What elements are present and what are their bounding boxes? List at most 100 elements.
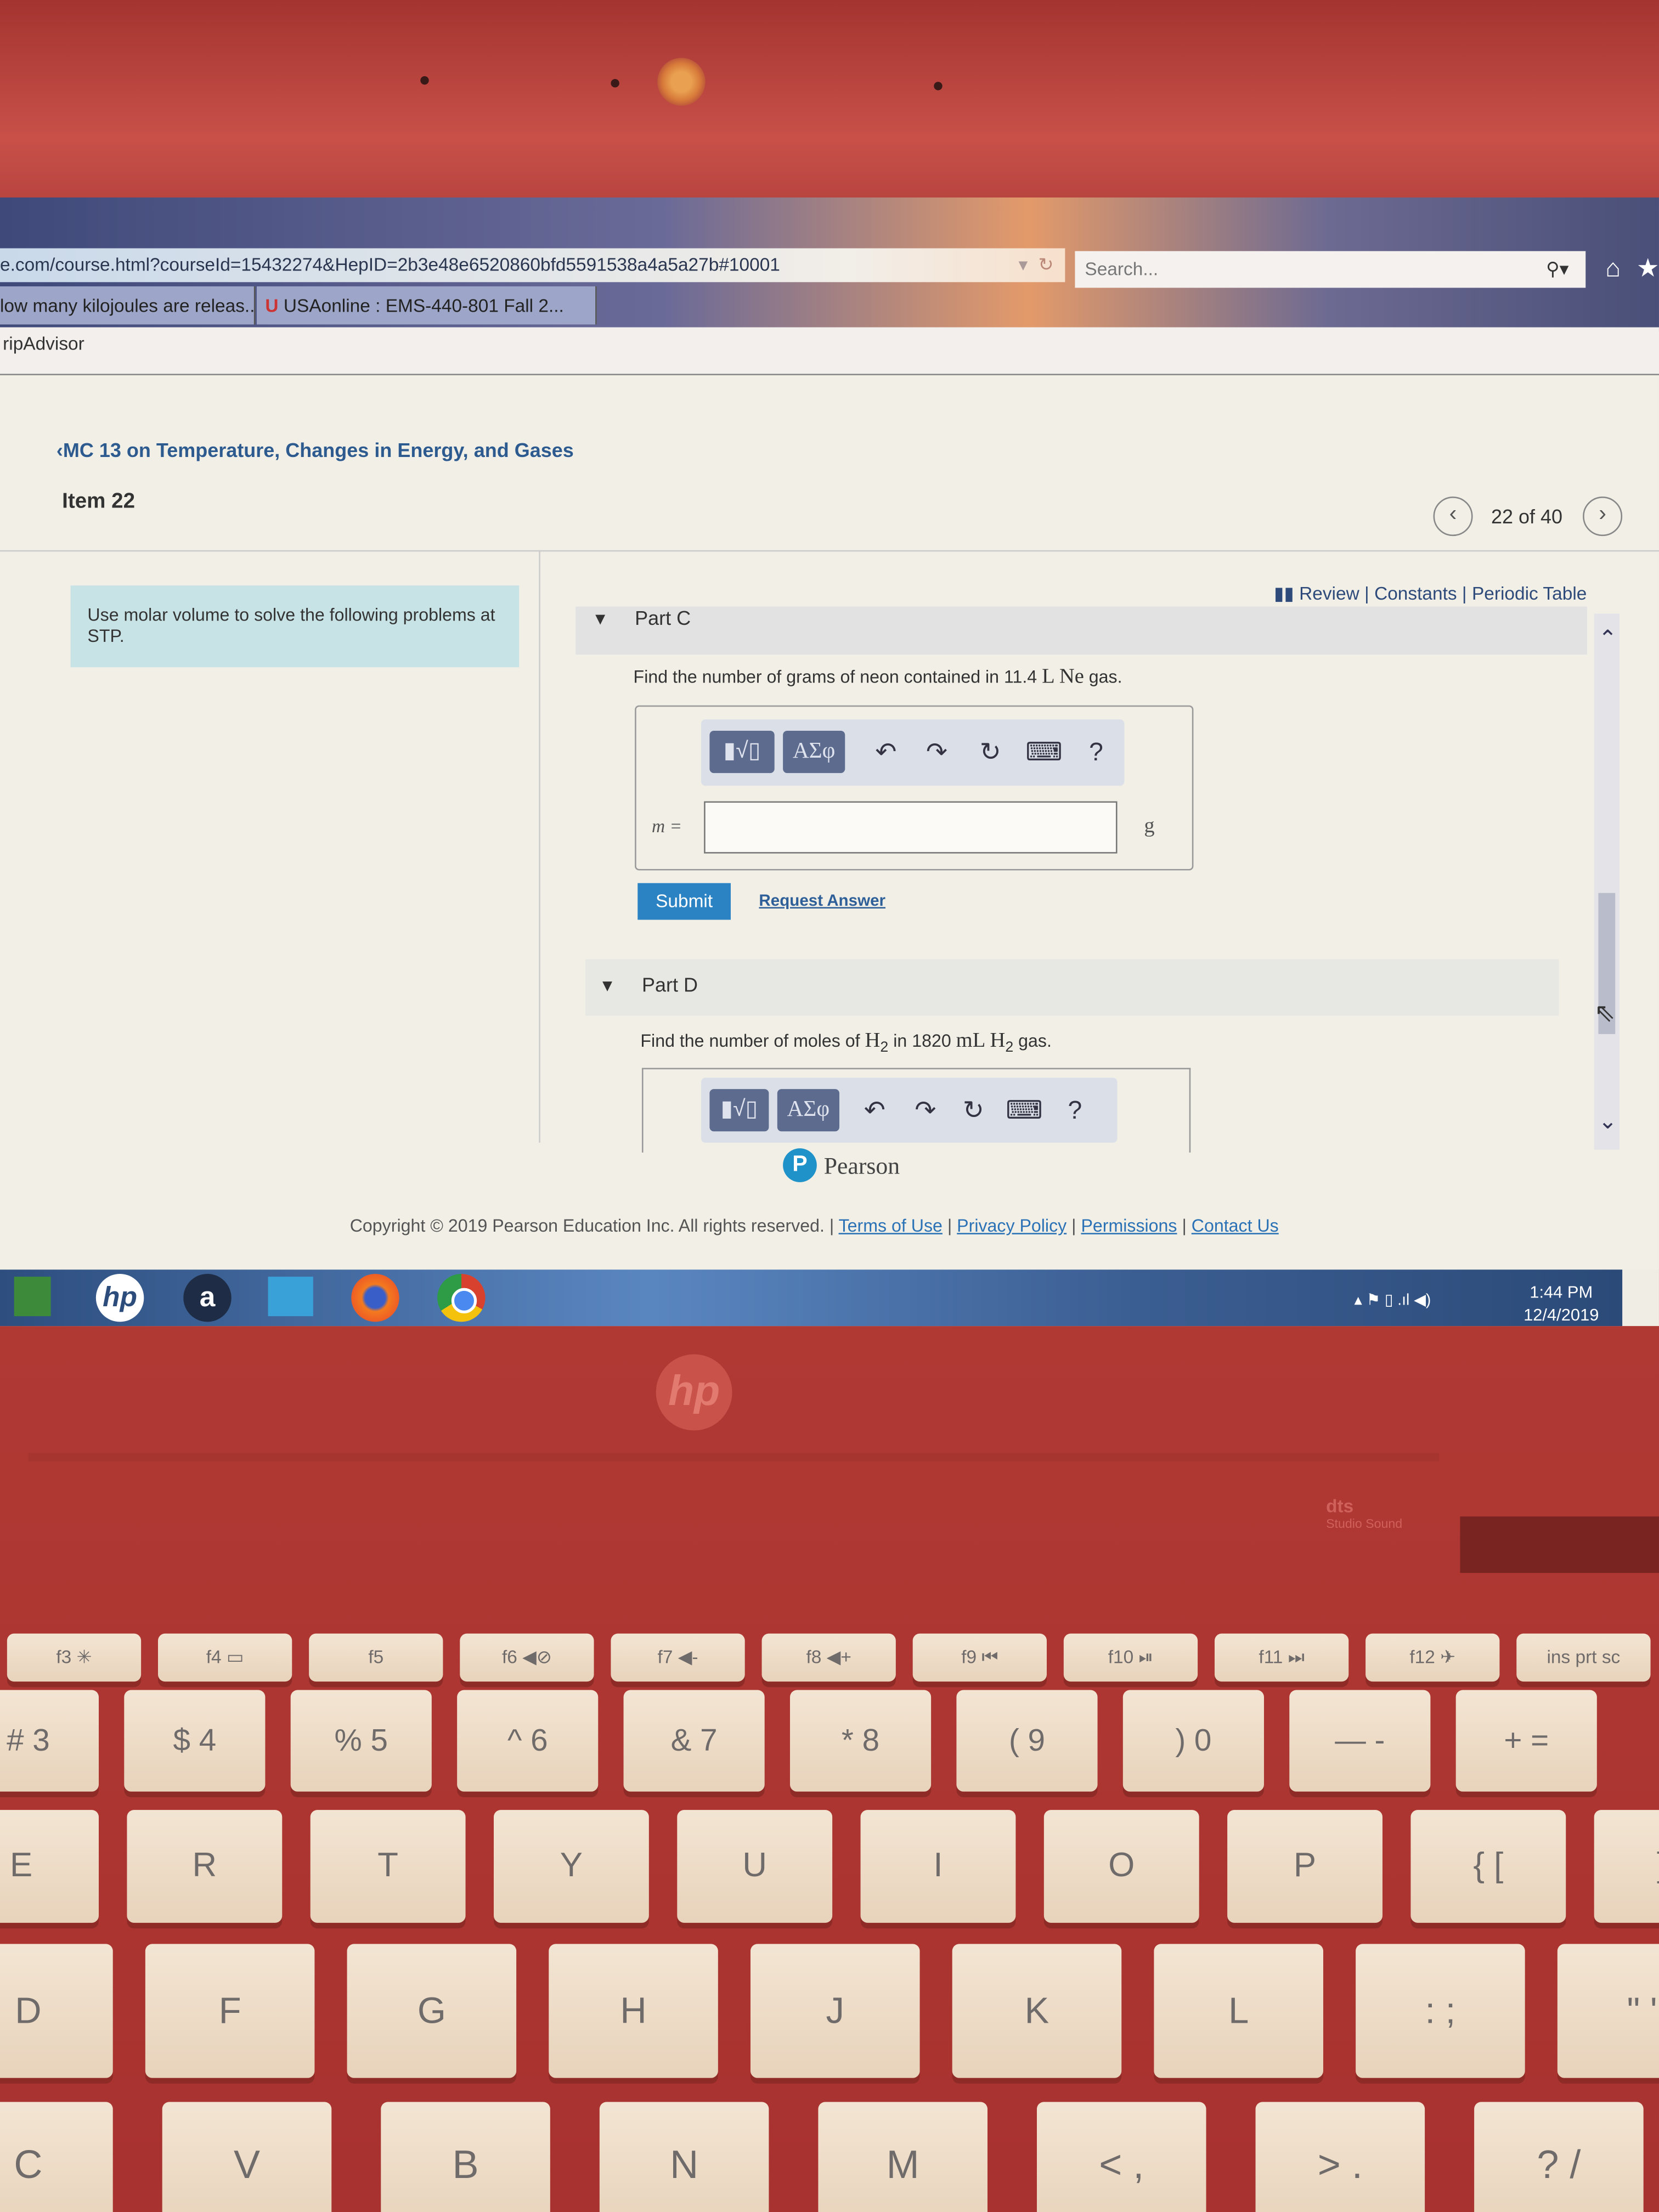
mouse-cursor-icon: ⇖: [1594, 998, 1616, 1027]
weather-icon[interactable]: [268, 1277, 313, 1317]
key[interactable]: D: [0, 1944, 113, 2078]
key[interactable]: f7 ◀-: [611, 1633, 745, 1682]
key[interactable]: U: [677, 1810, 833, 1923]
favorites-star-icon[interactable]: ★: [1637, 254, 1659, 284]
key[interactable]: F: [145, 1944, 315, 2078]
next-item-button[interactable]: ›: [1583, 496, 1623, 537]
terms-link[interactable]: Terms of Use: [839, 1216, 943, 1236]
key[interactable]: O: [1043, 1810, 1199, 1923]
key[interactable]: { [: [1410, 1810, 1566, 1923]
key[interactable]: ins prt sc: [1516, 1633, 1651, 1682]
scrollbar[interactable]: ⌃ ⌄: [1594, 613, 1620, 1150]
permissions-link[interactable]: Permissions: [1081, 1216, 1177, 1236]
privacy-link[interactable]: Privacy Policy: [957, 1216, 1066, 1236]
redo-icon[interactable]: ↷: [916, 731, 958, 773]
review-link[interactable]: Review: [1299, 583, 1359, 604]
key[interactable]: V: [162, 2102, 332, 2212]
key[interactable]: f11 ⏭: [1214, 1633, 1349, 1682]
key[interactable]: R: [127, 1810, 283, 1923]
scroll-down-icon[interactable]: ⌄: [1598, 1108, 1617, 1136]
key[interactable]: # 3: [0, 1690, 99, 1792]
hp-app-icon[interactable]: hp: [95, 1273, 144, 1322]
key[interactable]: } ]: [1594, 1810, 1659, 1923]
key[interactable]: L: [1154, 1944, 1323, 2078]
greek-symbols-button[interactable]: ΑΣφ: [783, 730, 845, 774]
contact-link[interactable]: Contact Us: [1192, 1216, 1279, 1236]
key[interactable]: f9 ⏮: [912, 1633, 1047, 1682]
key[interactable]: ( 9: [956, 1690, 1098, 1792]
key[interactable]: ^ 6: [457, 1690, 599, 1792]
amazon-icon[interactable]: a: [183, 1273, 232, 1322]
key[interactable]: ? /: [1474, 2102, 1644, 2212]
scroll-up-icon[interactable]: ⌃: [1598, 625, 1617, 653]
submit-button[interactable]: Submit: [637, 883, 731, 920]
key[interactable]: G: [347, 1944, 517, 2078]
keyboard-icon[interactable]: ⌨: [1003, 1089, 1045, 1131]
keyboard-icon[interactable]: ⌨: [1023, 731, 1065, 773]
address-bar[interactable]: e.com/course.html?courseId=15432274&HepI…: [0, 248, 1065, 283]
key[interactable]: — -: [1289, 1690, 1431, 1792]
back-link[interactable]: ‹MC 13 on Temperature, Changes in Energy…: [57, 439, 574, 461]
key[interactable]: f6 ◀⊘: [460, 1633, 594, 1682]
key[interactable]: f8 ◀+: [761, 1633, 896, 1682]
templates-button[interactable]: ▮√▯: [709, 730, 775, 774]
help-icon[interactable]: ?: [1054, 1089, 1096, 1131]
answer-input[interactable]: [704, 801, 1118, 854]
key[interactable]: Y: [493, 1810, 649, 1923]
undo-icon[interactable]: ↶: [865, 731, 907, 773]
key[interactable]: f4 ▭: [157, 1633, 292, 1682]
search-icon[interactable]: ⚲▾: [1546, 251, 1568, 288]
part-c-header[interactable]: ▾ Part C: [575, 606, 1587, 655]
key[interactable]: f3 ✳: [7, 1633, 142, 1682]
constants-link[interactable]: Constants: [1374, 583, 1457, 604]
key[interactable]: ) 0: [1122, 1690, 1264, 1792]
firefox-icon[interactable]: [351, 1273, 399, 1322]
undo-icon[interactable]: ↶: [854, 1089, 896, 1131]
clock[interactable]: 1:44 PM 12/4/2019: [1523, 1281, 1599, 1326]
tab-usaonline[interactable]: U USAonline : EMS-440-801 Fall 2...: [256, 286, 597, 325]
key[interactable]: N: [599, 2102, 769, 2212]
home-icon[interactable]: ⌂: [1605, 254, 1621, 284]
key[interactable]: B: [381, 2102, 550, 2212]
search-input[interactable]: Search... ⚲▾: [1075, 251, 1586, 288]
key[interactable]: f10 ⏯: [1063, 1633, 1198, 1682]
key[interactable]: % 5: [290, 1690, 432, 1792]
key[interactable]: E: [0, 1810, 99, 1923]
tab-kilojoules[interactable]: low many kilojoules are releas...: [0, 286, 256, 325]
key[interactable]: < ,: [1036, 2102, 1206, 2212]
help-icon[interactable]: ?: [1075, 731, 1117, 773]
key[interactable]: + =: [1455, 1690, 1597, 1792]
part-d-header[interactable]: ▾ Part D: [585, 959, 1559, 1016]
key[interactable]: M: [818, 2102, 988, 2212]
system-tray-icons[interactable]: ▴ ⚑ ▯ .ıl ◀): [1355, 1291, 1431, 1309]
reset-icon[interactable]: ↻: [969, 731, 1012, 773]
key[interactable]: T: [310, 1810, 466, 1923]
store-icon[interactable]: [14, 1277, 51, 1317]
key[interactable]: $ 4: [124, 1690, 266, 1792]
redo-icon[interactable]: ↷: [904, 1089, 946, 1131]
key[interactable]: & 7: [623, 1690, 765, 1792]
key[interactable]: * 8: [789, 1690, 932, 1792]
key[interactable]: f5: [309, 1633, 443, 1682]
request-answer-link[interactable]: Request Answer: [759, 893, 885, 910]
math-toolbar: ▮√▯ ΑΣφ ↶ ↷ ↻ ⌨ ?: [701, 719, 1125, 786]
key[interactable]: P: [1227, 1810, 1383, 1923]
key[interactable]: H: [549, 1944, 718, 2078]
bookmark-tripadvisor[interactable]: ripAdvisor: [0, 333, 84, 354]
chrome-icon[interactable]: [437, 1273, 486, 1322]
key[interactable]: J: [750, 1944, 920, 2078]
key[interactable]: f12 ✈: [1365, 1633, 1500, 1682]
key[interactable]: > .: [1255, 2102, 1425, 2212]
templates-button[interactable]: ▮√▯: [709, 1089, 769, 1132]
key[interactable]: : ;: [1356, 1944, 1525, 2078]
key[interactable]: I: [860, 1810, 1016, 1923]
reset-icon[interactable]: ↻: [952, 1089, 995, 1131]
key[interactable]: K: [952, 1944, 1122, 2078]
dropdown-icon[interactable]: ▾: [1019, 249, 1028, 283]
key[interactable]: C: [0, 2102, 113, 2212]
key[interactable]: " ': [1557, 1944, 1659, 2078]
refresh-icon[interactable]: ↻: [1039, 249, 1054, 283]
prev-item-button[interactable]: ‹: [1433, 496, 1473, 537]
periodic-table-link[interactable]: Periodic Table: [1472, 583, 1587, 604]
greek-symbols-button[interactable]: ΑΣφ: [777, 1089, 839, 1132]
